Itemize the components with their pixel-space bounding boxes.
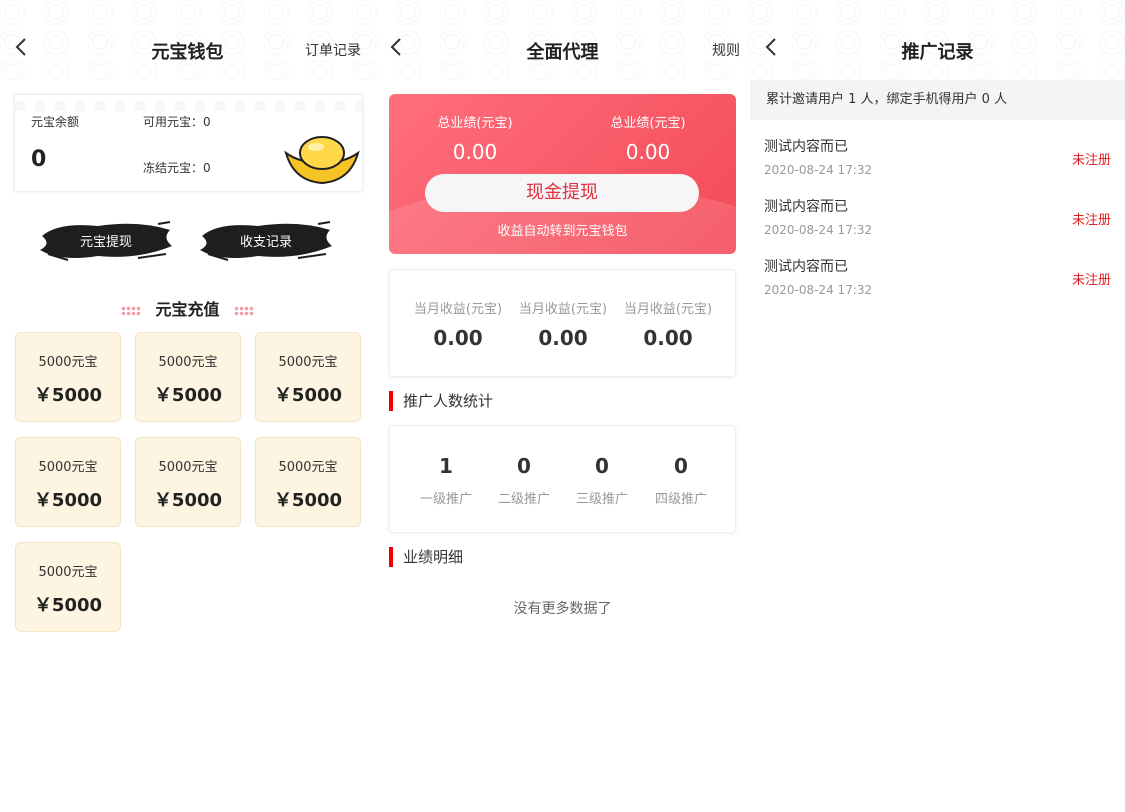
recharge-package[interactable]: 5000元宝 ￥5000 (15, 332, 121, 422)
total-performance-value: 0.00 (625, 140, 671, 164)
status-badge: 未注册 (1071, 153, 1111, 168)
record-title: 测试内容而已 (764, 139, 848, 155)
package-price: ￥5000 (33, 490, 103, 511)
page-title: 全面代理 (526, 42, 599, 63)
package-amount: 5000元宝 (38, 460, 98, 475)
decorative-dots-icon (121, 305, 142, 316)
package-amount: 5000元宝 (158, 460, 218, 475)
record-title: 测试内容而已 (764, 259, 848, 275)
monthly-earnings-value: 0.00 (538, 326, 588, 350)
package-amount: 5000元宝 (278, 460, 338, 475)
monthly-earnings-label: 当月收益(元宝) (623, 302, 713, 317)
monthly-earnings-value: 0.00 (433, 326, 483, 350)
total-performance-value: 0.00 (452, 140, 498, 164)
withdraw-button[interactable]: 元宝提现 (38, 216, 174, 264)
level-count: 1 (439, 454, 453, 478)
available-balance: 可用元宝：0 (143, 115, 211, 129)
agent-header: 全面代理 规则 (375, 0, 750, 96)
decorative-wave (15, 101, 362, 111)
order-records-link[interactable]: 订单记录 (305, 40, 361, 60)
frozen-balance: 冻结元宝：0 (143, 161, 211, 175)
balance-value: 0 (31, 147, 47, 172)
page-title: 推广记录 (901, 42, 974, 63)
recharge-package[interactable]: 5000元宝 ￥5000 (255, 437, 361, 527)
package-price: ￥5000 (273, 385, 343, 406)
level-label: 二级推广 (497, 492, 550, 507)
record-date: 2020-08-24 17:32 (764, 283, 873, 297)
invite-summary: 累计邀请用户 1 人，绑定手机得用户 0 人 (750, 80, 1125, 120)
agent-screen: 全面代理 规则 总业绩(元宝) 0.00 总业绩(元宝) 0.00 现金提现 收… (375, 0, 750, 812)
withdraw-button-label: 元宝提现 (79, 234, 132, 250)
income-expense-records-button[interactable]: 收支记录 (198, 216, 334, 264)
record-title: 测试内容而已 (764, 199, 848, 215)
balance-card: 元宝余额 0 可用元宝：0 冻结元宝：0 (14, 94, 363, 192)
package-price: ￥5000 (153, 490, 223, 511)
level-count: 0 (517, 454, 531, 478)
monthly-earnings-label: 当月收益(元宝) (413, 302, 503, 317)
wallet-header: 元宝钱包 订单记录 (0, 0, 375, 96)
level-label: 一级推广 (419, 492, 472, 507)
package-price: ￥5000 (273, 490, 343, 511)
level-label: 三级推广 (575, 492, 628, 507)
status-badge: 未注册 (1071, 213, 1111, 228)
recharge-package[interactable]: 5000元宝 ￥5000 (255, 332, 361, 422)
recharge-package[interactable]: 5000元宝 ￥5000 (15, 542, 121, 632)
records-button-label: 收支记录 (239, 234, 292, 250)
package-price: ￥5000 (33, 385, 103, 406)
total-performance-label: 总业绩(元宝) (610, 116, 686, 131)
decorative-dots-icon (233, 305, 254, 316)
recharge-package[interactable]: 5000元宝 ￥5000 (15, 437, 121, 527)
performance-card: 总业绩(元宝) 0.00 总业绩(元宝) 0.00 现金提现 收益自动转到元宝钱… (389, 94, 736, 254)
balance-label: 元宝余额 (31, 115, 80, 129)
promo-stats-card: 1 一级推广 0 二级推广 0 三级推广 0 四级推广 (389, 425, 736, 533)
monthly-earnings-label: 当月收益(元宝) (518, 302, 608, 317)
wallet-screen: 元宝钱包 订单记录 元宝余额 0 可用元宝：0 冻结元宝：0 元宝提现 收支记录 (0, 0, 375, 812)
recharge-package[interactable]: 5000元宝 ￥5000 (135, 332, 241, 422)
package-amount: 5000元宝 (38, 565, 98, 580)
monthly-earnings-card: 当月收益(元宝) 0.00 当月收益(元宝) 0.00 当月收益(元宝) 0.0… (389, 269, 736, 377)
recharge-title-text: 元宝充值 (155, 300, 220, 319)
promo-stats-title: 推广人数统计 (389, 391, 493, 411)
rules-link[interactable]: 规则 (712, 40, 740, 60)
auto-transfer-note: 收益自动转到元宝钱包 (497, 224, 628, 239)
recharge-section-title: 元宝充值 (0, 296, 375, 320)
recharge-package[interactable]: 5000元宝 ￥5000 (135, 437, 241, 527)
record-date: 2020-08-24 17:32 (764, 163, 873, 177)
package-price: ￥5000 (33, 595, 103, 616)
level-label: 四级推广 (654, 492, 707, 507)
promo-records-screen: 推广记录 累计邀请用户 1 人，绑定手机得用户 0 人 测试内容而已 2020-… (750, 0, 1125, 812)
package-amount: 5000元宝 (278, 355, 338, 370)
record-date: 2020-08-24 17:32 (764, 223, 873, 237)
total-performance-label: 总业绩(元宝) (437, 116, 513, 131)
performance-detail-title: 业绩明细 (389, 547, 463, 567)
package-amount: 5000元宝 (158, 355, 218, 370)
monthly-earnings-value: 0.00 (643, 326, 693, 350)
status-badge: 未注册 (1071, 273, 1111, 288)
level-count: 0 (674, 454, 688, 478)
gold-ingot-icon (284, 133, 360, 185)
package-amount: 5000元宝 (38, 355, 98, 370)
package-price: ￥5000 (153, 385, 223, 406)
cash-withdraw-button[interactable]: 现金提现 (425, 174, 699, 212)
level-count: 0 (595, 454, 609, 478)
empty-list-note: 没有更多数据了 (513, 601, 612, 617)
